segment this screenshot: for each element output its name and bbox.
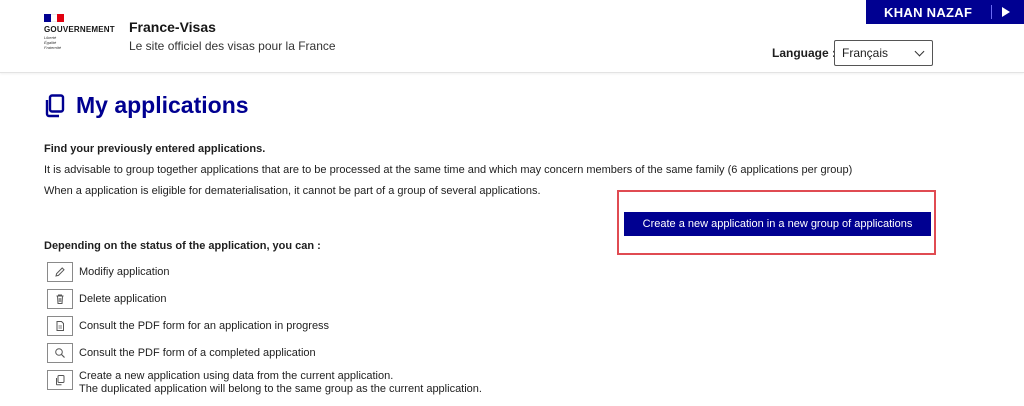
- page-title: My applications: [76, 92, 249, 118]
- language-select[interactable]: Français: [834, 40, 933, 66]
- pencil-icon: [47, 262, 73, 282]
- magnifier-icon: [47, 343, 73, 363]
- documents-icon: [44, 93, 66, 118]
- action-label-line-1: Create a new application using data from…: [79, 370, 394, 382]
- government-logo[interactable]: GOUVERNEMENT Liberté Égalité Fraternité: [44, 14, 124, 50]
- site-name[interactable]: France-Visas: [129, 19, 216, 35]
- user-name: KHAN NAZAF: [884, 4, 973, 20]
- action-label: Consult the PDF form of a completed appl…: [79, 346, 316, 359]
- action-label: Create a new application using data from…: [79, 370, 482, 396]
- trash-icon: [47, 289, 73, 309]
- chevron-down-icon: [914, 46, 925, 57]
- site-description: Le site officiel des visas pour la Franc…: [129, 39, 336, 53]
- action-pdf-progress-row: Consult the PDF form for an application …: [47, 316, 329, 336]
- user-account-button[interactable]: KHAN NAZAF: [866, 0, 1024, 24]
- action-label: Modifiy application: [79, 265, 170, 278]
- site-header: GOUVERNEMENT Liberté Égalité Fraternité …: [0, 0, 1024, 73]
- pdf-document-icon: [47, 316, 73, 336]
- action-label: Consult the PDF form for an application …: [79, 319, 330, 332]
- intro-line-1: It is advisable to group together applic…: [44, 164, 853, 176]
- action-label: Delete application: [79, 292, 167, 305]
- intro-heading: Find your previously entered application…: [44, 143, 266, 155]
- separator: [991, 5, 992, 19]
- duplicate-icon: [47, 370, 73, 390]
- action-label-line-2: The duplicated application will belong t…: [79, 383, 482, 395]
- action-delete-row: Delete application: [47, 289, 166, 309]
- create-new-group-application-button[interactable]: Create a new application in a new group …: [624, 212, 931, 236]
- action-pdf-completed-row: Consult the PDF form of a completed appl…: [47, 343, 316, 363]
- page-title-row: My applications: [44, 92, 249, 119]
- language-label: Language :: [772, 46, 837, 60]
- language-value: Français: [842, 46, 889, 60]
- french-flag-icon: [44, 14, 65, 22]
- action-duplicate-row: Create a new application using data from…: [47, 370, 482, 396]
- play-arrow-icon: [1002, 7, 1010, 17]
- gov-title: GOUVERNEMENT: [44, 25, 115, 34]
- action-modify-row: Modifiy application: [47, 262, 170, 282]
- intro-line-2: When a application is eligible for demat…: [44, 185, 541, 197]
- gov-motto: Liberté Égalité Fraternité: [44, 35, 62, 50]
- status-heading: Depending on the status of the applicati…: [44, 240, 321, 252]
